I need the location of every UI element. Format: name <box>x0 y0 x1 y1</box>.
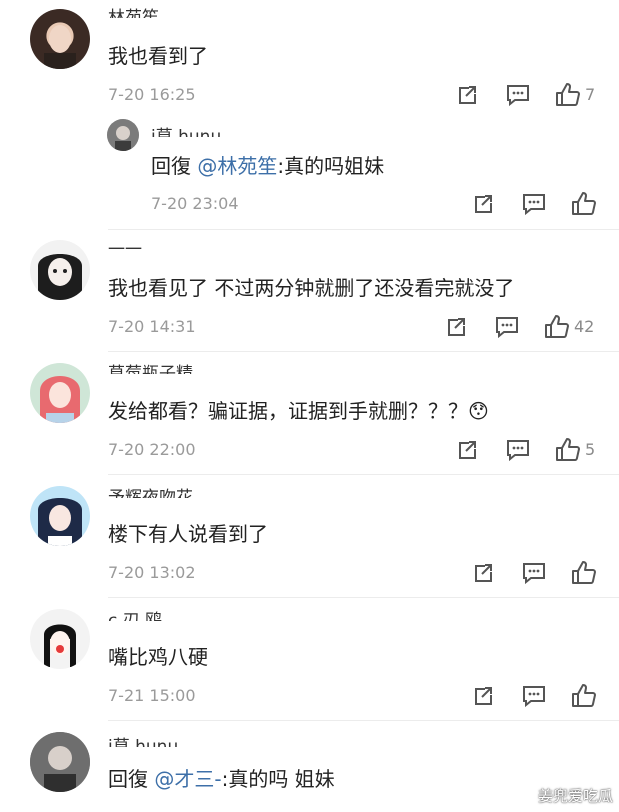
like-icon[interactable] <box>544 314 570 340</box>
separator <box>108 597 619 598</box>
comment-icon[interactable] <box>521 683 547 709</box>
comment-text: 我也看见了 不过两分钟就删了还没看完就没了 <box>108 276 515 300</box>
username[interactable]: c 刃 鸥 <box>108 611 162 621</box>
reply-prefix: 回復 <box>108 767 148 791</box>
share-icon[interactable] <box>471 683 497 709</box>
share-icon[interactable] <box>471 191 497 217</box>
comment-icon[interactable] <box>494 314 520 340</box>
separator <box>108 229 619 230</box>
share-icon[interactable] <box>455 437 481 463</box>
separator <box>108 474 619 475</box>
comment-text: 楼下有人说看到了 <box>108 522 268 546</box>
username[interactable]: i草 hunu <box>151 127 221 137</box>
avatar[interactable] <box>30 240 90 300</box>
avatar[interactable] <box>30 9 90 69</box>
comment-icon[interactable] <box>521 191 547 217</box>
separator <box>108 720 619 721</box>
comment-text: 嘴比鸡八硬 <box>108 645 208 669</box>
username[interactable]: 草莓瓶子精 <box>108 364 193 374</box>
like-count: 42 <box>574 317 595 336</box>
share-icon[interactable] <box>471 560 497 586</box>
avatar[interactable] <box>30 486 90 546</box>
username[interactable]: 一一 <box>108 240 142 250</box>
like-icon[interactable] <box>555 82 581 108</box>
avatar[interactable] <box>30 732 90 792</box>
emoji: 😯 <box>468 399 489 423</box>
avatar[interactable] <box>30 609 90 669</box>
like-icon[interactable] <box>555 437 581 463</box>
reply-text: 回復 @才三-:真的吗 姐妹 <box>108 766 335 792</box>
watermark: 姜兜爱吃瓜 <box>537 787 613 805</box>
like-icon[interactable] <box>571 191 597 217</box>
like-icon[interactable] <box>571 560 597 586</box>
username[interactable]: 予辉夜吻花 <box>108 488 193 498</box>
reply-body: :真的吗 姐妹 <box>221 767 335 791</box>
timestamp: 7-20 22:00 <box>108 440 196 459</box>
like-count: 7 <box>585 85 596 104</box>
comment-icon[interactable] <box>521 560 547 586</box>
timestamp: 7-20 13:02 <box>108 563 196 582</box>
comment-text: 我也看到了 <box>108 44 208 68</box>
separator <box>108 351 619 352</box>
timestamp: 7-20 14:31 <box>108 317 196 336</box>
reply-prefix: 回復 <box>151 154 191 178</box>
reply-text: 回復 @林苑笙:真的吗姐妹 <box>151 153 384 179</box>
like-icon[interactable] <box>571 683 597 709</box>
username[interactable]: i草 hunu <box>108 737 178 747</box>
share-icon[interactable] <box>455 82 481 108</box>
mention-link[interactable]: @才三- <box>154 767 221 791</box>
timestamp: 7-20 23:04 <box>151 194 239 213</box>
mention-link[interactable]: @林苑笙 <box>197 154 277 178</box>
share-icon[interactable] <box>444 314 470 340</box>
avatar[interactable] <box>107 119 139 151</box>
avatar[interactable] <box>30 363 90 423</box>
timestamp: 7-21 15:00 <box>108 686 196 705</box>
timestamp: 7-20 16:25 <box>108 85 196 104</box>
comment-icon[interactable] <box>505 82 531 108</box>
comment-icon[interactable] <box>505 437 531 463</box>
reply-body: :真的吗姐妹 <box>277 154 385 178</box>
username[interactable]: 林苑笙 <box>108 8 159 18</box>
like-count: 5 <box>585 440 596 459</box>
comment-body: 发给都看？骗证据，证据到手就删？？？ <box>108 399 468 423</box>
comment-text: 发给都看？骗证据，证据到手就删？？？😯 <box>108 398 489 424</box>
